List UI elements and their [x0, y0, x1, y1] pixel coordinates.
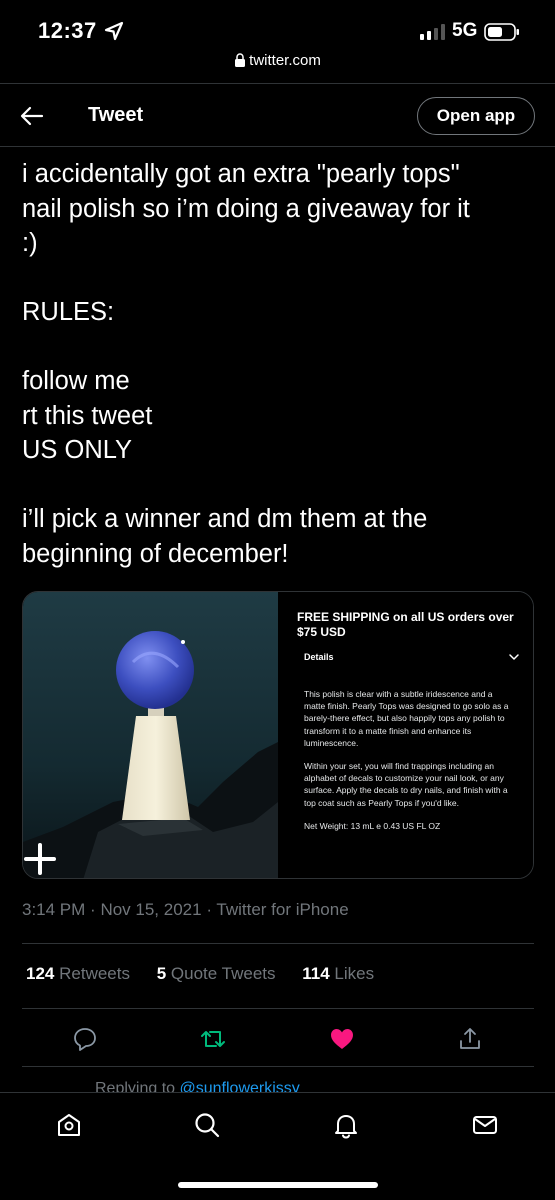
url-bar[interactable]: twitter.com	[0, 52, 555, 78]
status-time: 12:37	[38, 18, 97, 43]
url-text: twitter.com	[249, 52, 321, 69]
battery-icon	[484, 23, 519, 41]
tweet-stats: 124 Retweets 5 Quote Tweets 114 Likes	[26, 964, 396, 984]
home-indicator[interactable]	[178, 1182, 378, 1188]
tweet-text: i accidentally got an extra "pearly tops…	[22, 160, 470, 568]
share-icon[interactable]	[457, 1026, 483, 1052]
tweet-meta: 3:14 PM · Nov 15, 2021 · Twitter for iPh…	[22, 900, 349, 920]
meta-separator: ·	[206, 900, 217, 919]
tweet-source[interactable]: Twitter for iPhone	[216, 900, 348, 919]
nail-polish-photo[interactable]	[23, 592, 278, 879]
tweet-actions	[22, 1010, 534, 1066]
location-arrow-icon	[104, 21, 124, 41]
chevron-down-icon	[509, 654, 519, 660]
page-title: Tweet	[88, 104, 144, 126]
messages-icon[interactable]	[471, 1111, 499, 1139]
signal-bars-icon	[420, 24, 445, 40]
description-paragraph: This polish is clear with a subtle iride…	[304, 689, 509, 748]
retweet-icon[interactable]	[200, 1026, 226, 1052]
likes-stat[interactable]: 114 Likes	[302, 964, 374, 983]
divider	[22, 943, 534, 944]
search-icon[interactable]	[193, 1111, 221, 1139]
tweet-date[interactable]: Nov 15, 2021	[100, 900, 201, 919]
replying-to[interactable]: Replying to @sunflowerkissy	[95, 1080, 300, 1092]
open-app-button[interactable]: Open app	[417, 97, 535, 135]
tweet-header: Tweet Open app	[0, 83, 555, 147]
quote-tweets-stat[interactable]: 5 Quote Tweets	[157, 964, 276, 983]
product-description: This polish is clear with a subtle iride…	[304, 688, 514, 832]
details-toggle[interactable]: Details	[297, 652, 519, 666]
shipping-text: FREE SHIPPING on all US orders over $75 …	[297, 610, 514, 639]
tweet-media[interactable]: FREE SHIPPING on all US orders over $75 …	[22, 591, 534, 879]
retweets-stat[interactable]: 124 Retweets	[26, 964, 130, 983]
divider	[22, 1066, 534, 1067]
status-bar: 12:37 5G	[0, 0, 555, 60]
net-weight: Net Weight: 13 mL e 0.43 US FL OZ	[304, 820, 441, 831]
network-label: 5G	[452, 20, 478, 41]
product-info-panel: FREE SHIPPING on all US orders over $75 …	[279, 592, 533, 878]
lock-icon	[235, 53, 246, 67]
notifications-icon[interactable]	[332, 1111, 360, 1139]
details-label: Details	[304, 652, 334, 662]
home-icon[interactable]	[55, 1111, 83, 1139]
divider	[22, 1008, 534, 1009]
reply-icon[interactable]	[72, 1026, 98, 1052]
description-paragraph: Within your set, you will find trappings…	[304, 761, 508, 808]
plus-icon[interactable]	[23, 842, 57, 876]
tweet-time[interactable]: 3:14 PM	[22, 900, 85, 919]
like-icon[interactable]	[329, 1026, 355, 1052]
reply-handle[interactable]: @sunflowerkissy	[180, 1080, 300, 1092]
back-arrow-icon[interactable]	[18, 102, 46, 130]
meta-separator: ·	[90, 900, 101, 919]
